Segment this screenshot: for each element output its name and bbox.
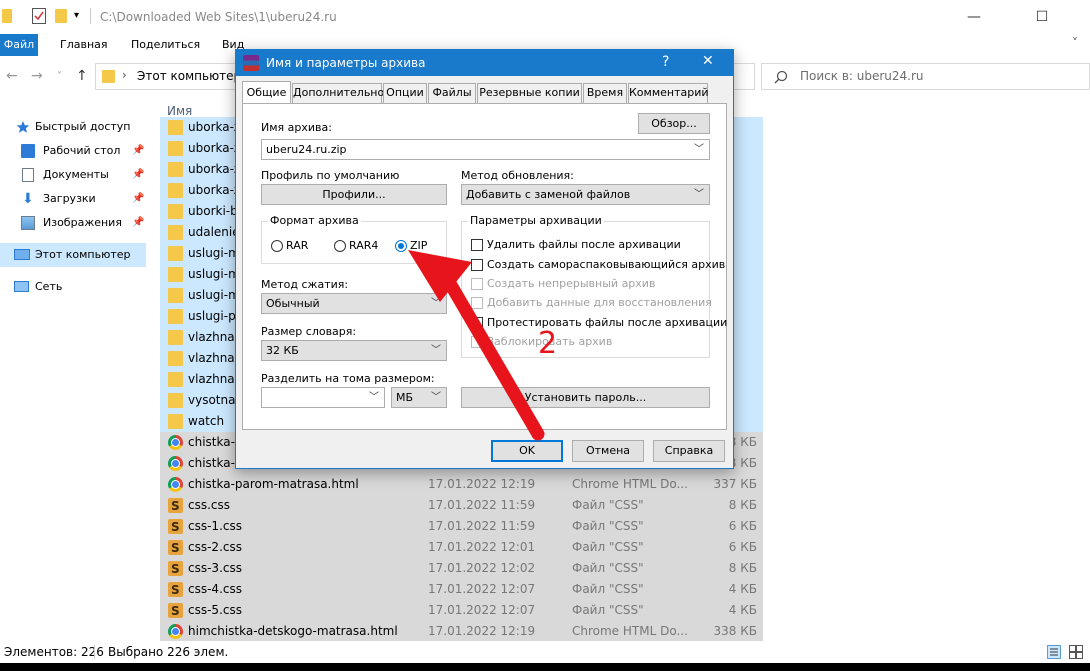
arrow-shaft	[441, 273, 545, 441]
annotation-number: 2	[538, 326, 558, 361]
